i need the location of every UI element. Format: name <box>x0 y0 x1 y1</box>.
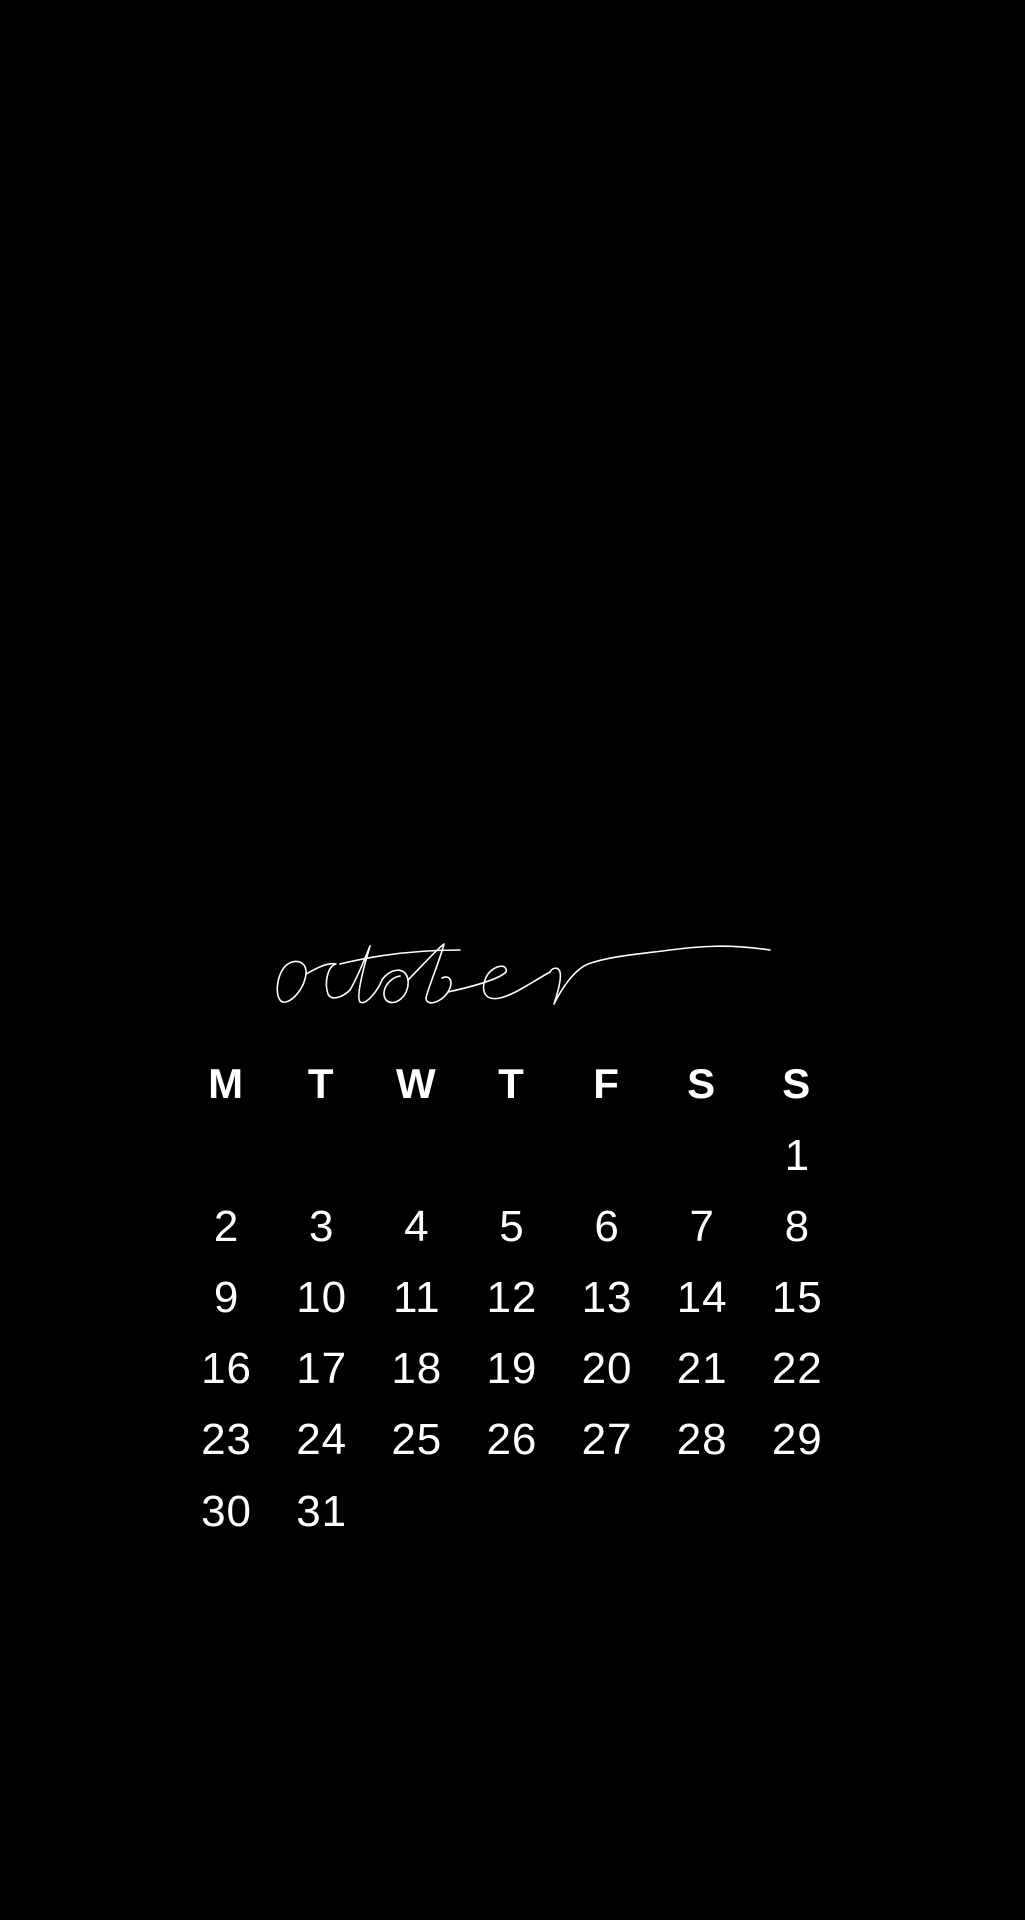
weekday-label: S <box>782 1060 813 1107</box>
day-cell: 5 <box>499 1201 525 1251</box>
day-cell: 12 <box>486 1272 538 1322</box>
day-cell <box>464 1476 559 1547</box>
day-cell: 30 <box>201 1486 253 1536</box>
day-cell: 20 <box>581 1344 633 1394</box>
weekday-label: F <box>593 1060 621 1107</box>
month-title: october <box>270 940 800 1020</box>
weekday-label: T <box>498 1060 526 1107</box>
day-cell: 7 <box>689 1201 715 1251</box>
day-cell: 14 <box>676 1272 728 1322</box>
week-row: 23 24 25 26 27 28 29 <box>179 1405 845 1476</box>
day-cell <box>560 1476 655 1547</box>
weekday-label: T <box>307 1060 336 1107</box>
day-cell <box>369 1120 464 1191</box>
day-cell: 18 <box>391 1344 443 1394</box>
day-cell: 15 <box>771 1272 823 1322</box>
day-cell: 21 <box>676 1344 728 1394</box>
day-cell: 10 <box>296 1272 348 1322</box>
day-cell: 29 <box>771 1415 823 1465</box>
day-cell: 4 <box>404 1201 430 1251</box>
day-cell <box>179 1120 274 1191</box>
week-row: 2 3 4 5 6 7 8 <box>179 1191 845 1262</box>
week-row: 1 <box>179 1120 845 1191</box>
day-cell <box>655 1120 750 1191</box>
weekday-label: W <box>395 1060 438 1107</box>
day-cell: 28 <box>676 1415 728 1465</box>
week-row: 16 17 18 19 20 21 22 <box>179 1334 845 1405</box>
week-row: 30 31 <box>179 1476 845 1547</box>
day-cell: 1 <box>784 1130 811 1180</box>
day-cell: 9 <box>213 1272 240 1322</box>
day-cell: 13 <box>581 1272 633 1322</box>
weekday-header-row: MTWTFSS <box>179 1048 845 1120</box>
day-cell: 24 <box>296 1415 348 1465</box>
day-cell: 19 <box>486 1344 538 1394</box>
day-cell: 17 <box>296 1344 348 1394</box>
day-cell: 26 <box>486 1415 538 1465</box>
day-cell <box>560 1120 655 1191</box>
day-cell: 25 <box>391 1415 443 1465</box>
day-cell: 3 <box>308 1201 335 1251</box>
day-cell: 11 <box>392 1272 441 1322</box>
day-cell: 23 <box>201 1415 253 1465</box>
day-cell <box>750 1476 845 1547</box>
day-cell: 2 <box>213 1201 240 1251</box>
week-row: 9 10 11 12 13 14 15 <box>179 1262 845 1333</box>
day-cell <box>274 1120 369 1191</box>
day-cell <box>369 1476 464 1547</box>
day-cell: 22 <box>771 1344 823 1394</box>
month-script-lettering <box>276 943 771 1005</box>
day-cell <box>655 1476 750 1547</box>
day-cell: 6 <box>594 1201 620 1251</box>
weekday-label: S <box>687 1060 718 1107</box>
day-cell: 31 <box>296 1486 348 1536</box>
day-cell: 8 <box>784 1201 811 1251</box>
calendar-grid: M T W T F S S 1 2 3 4 5 6 7 8 9 10 11 12 13 14 15 16 17 18 19 20 21… <box>179 1048 845 1547</box>
weekday-label: M <box>208 1060 246 1107</box>
day-cell: 16 <box>201 1344 253 1394</box>
day-cell: 27 <box>581 1415 633 1465</box>
day-cell <box>464 1120 559 1191</box>
